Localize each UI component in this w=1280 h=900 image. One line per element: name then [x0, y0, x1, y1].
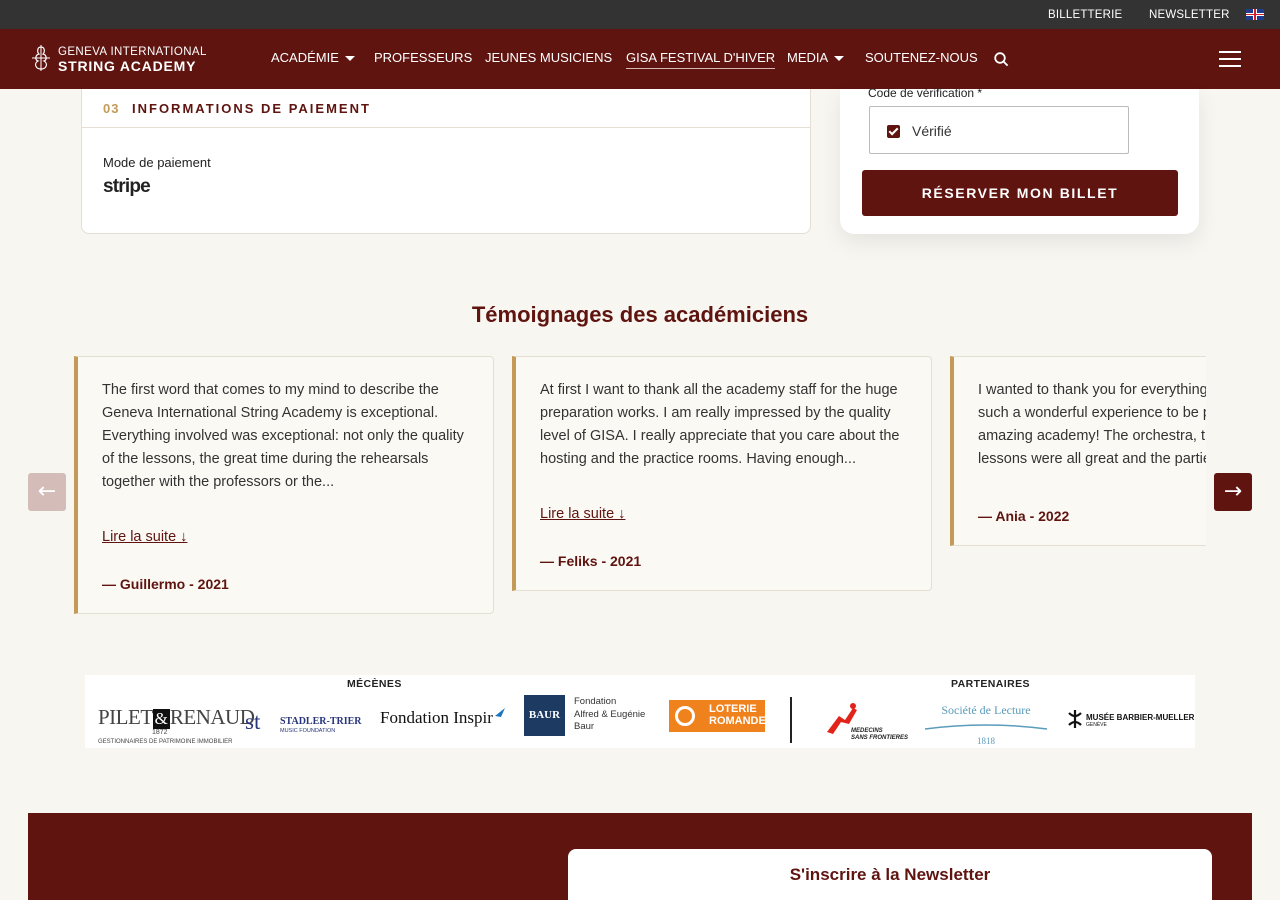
baur-text: Fondation Alfred & Eugénie Baur [574, 696, 646, 732]
sponsors-divider [790, 697, 792, 743]
msf-text: MEDECINS SANS FRONTIERES [851, 728, 909, 741]
menu-icon[interactable] [1219, 51, 1241, 67]
musee-mark-icon [1068, 710, 1082, 728]
logo-loterie-romande[interactable]: LOTERIE ROMANDE [669, 700, 766, 732]
payment-card-title: INFORMATIONS DE PAIEMENT [132, 101, 371, 116]
nav-professeurs[interactable]: PROFESSEURS [374, 50, 472, 65]
utility-bar: BILLETTERIE NEWSLETTER [0, 0, 1280, 29]
sponsors-strip: MÉCÈNES PARTENAIRES PILET &RENAUD 1872 GE… [85, 675, 1195, 748]
lecture-year: 1818 [977, 736, 995, 746]
partners-heading: PARTENAIRES [951, 678, 1030, 690]
payment-card-header: 03 INFORMATIONS DE PAIEMENT [82, 89, 810, 128]
nav-jeunes-musiciens[interactable]: JEUNES MUSICIENS [485, 50, 612, 65]
newsletter-card: S'inscrire à la Newsletter [568, 849, 1212, 900]
newsletter-link[interactable]: NEWSLETTER [1149, 9, 1230, 21]
read-more-link[interactable]: Lire la suite ↓ [102, 529, 187, 545]
stadler-name: STADLER-TRIER [280, 716, 362, 727]
reserve-ticket-button[interactable]: RÉSERVER MON BILLET [862, 170, 1178, 216]
testimonial-card: I wanted to thank you for everything, fo… [950, 356, 1206, 546]
testimonial-author: — Ania - 2022 [978, 508, 1070, 524]
logo-societe-de-lecture[interactable]: Société de Lecture 1818 [923, 703, 1049, 746]
testimonial-card: The first word that comes to my mind to … [74, 356, 494, 614]
logo-msf[interactable]: MEDECINS SANS FRONTIERES [823, 702, 908, 743]
baur-mark: BAUR [524, 695, 565, 736]
stripe-logo[interactable]: stripe [103, 176, 151, 198]
nav-media[interactable]: MEDIA [787, 50, 845, 65]
testimonial-text: At first I want to thank all the academy… [540, 382, 900, 467]
lecture-swoosh-icon [924, 724, 1048, 730]
search-icon[interactable] [994, 52, 1009, 67]
lecture-text: Société de Lecture [941, 703, 1031, 717]
logo-pilet-renaud[interactable]: PILET &RENAUD 1872 GESTIONNAIRES DE PATRI… [98, 705, 255, 745]
loterie-text: LOTERIE ROMANDE [709, 703, 766, 727]
uk-flag-icon[interactable] [1246, 9, 1264, 20]
loterie-circle-icon [675, 706, 695, 726]
bird-icon [495, 708, 506, 717]
nav-festival-hiver[interactable]: GISA FESTIVAL D'HIVER [626, 50, 776, 69]
testimonials-title: Témoignages des académiciens [471, 302, 809, 327]
main-navigation: GENEVA INTERNATIONAL STRING ACADEMY ACAD… [0, 29, 1280, 89]
ticketing-link[interactable]: BILLETTERIE [1048, 9, 1122, 21]
testimonial-card: At first I want to thank all the academy… [512, 356, 932, 591]
pilet-text: PILET [98, 705, 153, 729]
verification-code-label: Code de vérification * [868, 86, 983, 100]
pilet-year: 1872 [152, 729, 168, 736]
nav-soutenez-nous[interactable]: SOUTENEZ-NOUS [865, 50, 978, 65]
logo-fondation-baur[interactable]: BAUR Fondation Alfred & Eugénie Baur [524, 695, 645, 736]
stadler-mark: st [245, 709, 261, 734]
carousel-next-button[interactable]: → [1214, 473, 1252, 511]
patrons-heading: MÉCÈNES [347, 678, 402, 690]
violin-logo-icon[interactable] [29, 45, 53, 71]
newsletter-title: S'inscrire à la Newsletter [789, 865, 991, 884]
step-number: 03 [103, 101, 120, 116]
logo-stadler-trier[interactable]: st STADLER-TRIER MUSIC FOUNDATION [245, 709, 362, 735]
musee-sub: GENÈVE [1086, 722, 1107, 728]
verification-widget[interactable]: Vérifié [869, 106, 1129, 154]
renaud-text: RENAUD [169, 705, 255, 729]
inspir-text: Fondation Inspir [380, 708, 493, 727]
read-more-link[interactable]: Lire la suite ↓ [540, 506, 625, 522]
logo-fondation-inspir[interactable]: Fondation Inspir [380, 708, 506, 728]
testimonial-author: — Feliks - 2021 [540, 553, 642, 569]
caret-down-icon [344, 56, 355, 62]
logo-line-2[interactable]: STRING ACADEMY [58, 58, 196, 74]
pilet-subtitle: GESTIONNAIRES DE PATRIMOINE IMMOBILIER [98, 739, 233, 745]
testimonial-text: I wanted to thank you for everything, fo… [978, 382, 1206, 467]
booking-summary-card: Code de vérification * Vérifié RÉSERVER … [840, 86, 1199, 234]
caret-down-icon [834, 56, 845, 62]
verified-checkbox[interactable] [887, 125, 900, 138]
musee-name: MUSÉE BARBIER-MUELLER [1086, 713, 1195, 722]
testimonial-text: The first word that comes to my mind to … [102, 382, 464, 490]
carousel-prev-button[interactable]: ← [28, 473, 66, 511]
stadler-sub: MUSIC FOUNDATION [280, 728, 336, 734]
footer: S'inscrire à la Newsletter [28, 813, 1252, 900]
nav-academie[interactable]: ACADÉMIE [271, 50, 355, 65]
pilet-amp: & [152, 709, 170, 729]
payment-info-card: 03 INFORMATIONS DE PAIEMENT Mode de paie… [81, 89, 811, 234]
verification-status: Vérifié [912, 123, 952, 139]
testimonials-carousel[interactable]: The first word that comes to my mind to … [74, 356, 1206, 626]
testimonial-author: — Guillermo - 2021 [102, 576, 229, 592]
payment-method-label: Mode de paiement [103, 155, 211, 170]
logo-line-1[interactable]: GENEVA INTERNATIONAL [58, 46, 207, 58]
logo-musee-barbier-mueller[interactable]: MUSÉE BARBIER-MUELLER GENÈVE [1066, 709, 1194, 734]
